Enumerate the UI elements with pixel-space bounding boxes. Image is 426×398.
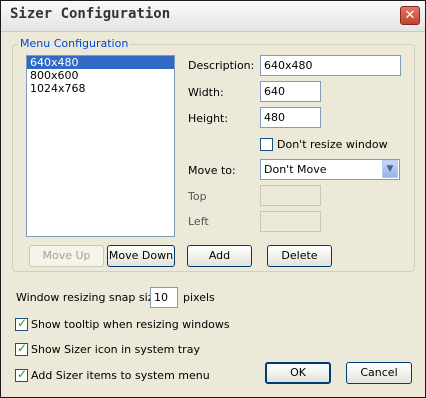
move-to-dropdown-button[interactable]: ▼ (382, 160, 398, 178)
add-button[interactable]: Add (187, 245, 252, 267)
description-field[interactable]: 640x480 (260, 55, 401, 76)
move-up-button: Move Up (29, 245, 104, 267)
top-field (260, 185, 321, 206)
ok-button[interactable]: OK (265, 362, 331, 384)
move-to-select[interactable]: Don't Move (260, 159, 400, 180)
width-label: Width: (188, 86, 224, 99)
cancel-button[interactable]: Cancel (346, 362, 412, 384)
show-tray-icon-label[interactable]: Show Sizer icon in system tray (31, 343, 200, 356)
description-label: Description: (188, 59, 255, 72)
show-tooltip-label[interactable]: Show tooltip when resizing windows (31, 318, 230, 331)
delete-button[interactable]: Delete (267, 245, 332, 267)
close-icon: ✕ (404, 8, 416, 23)
close-button[interactable]: ✕ (400, 6, 420, 25)
list-item[interactable]: 1024x768 (27, 82, 174, 95)
list-item[interactable]: 800x600 (27, 69, 174, 82)
list-item[interactable]: 640x480 (27, 56, 174, 69)
move-down-button[interactable]: Move Down (107, 245, 175, 267)
height-label: Height: (188, 112, 229, 125)
height-field[interactable]: 480 (260, 107, 321, 128)
dont-resize-checkbox[interactable] (260, 138, 273, 151)
move-to-label: Move to: (188, 164, 236, 177)
left-label: Left (188, 215, 209, 228)
resolution-listbox[interactable]: 640x480 800x600 1024x768 (26, 55, 175, 237)
chevron-down-icon: ▼ (386, 164, 394, 174)
window-title: Sizer Configuration (10, 6, 171, 22)
snap-unit-label: pixels (183, 291, 215, 304)
dont-resize-label[interactable]: Don't resize window (277, 138, 388, 151)
title-bar[interactable]: Sizer Configuration ✕ (1, 1, 425, 32)
snap-size-label: Window resizing snap size: (16, 291, 164, 304)
menu-configuration-label: Menu Configuration (18, 37, 131, 50)
system-menu-checkbox[interactable] (15, 367, 28, 382)
width-field[interactable]: 640 (260, 81, 321, 102)
show-tooltip-checkbox[interactable] (15, 316, 28, 331)
snap-size-field[interactable]: 10 (150, 287, 178, 308)
system-menu-label[interactable]: Add Sizer items to system menu (31, 369, 210, 382)
show-tray-icon-checkbox[interactable] (15, 341, 28, 356)
top-label: Top (188, 190, 207, 203)
left-field (260, 211, 321, 232)
